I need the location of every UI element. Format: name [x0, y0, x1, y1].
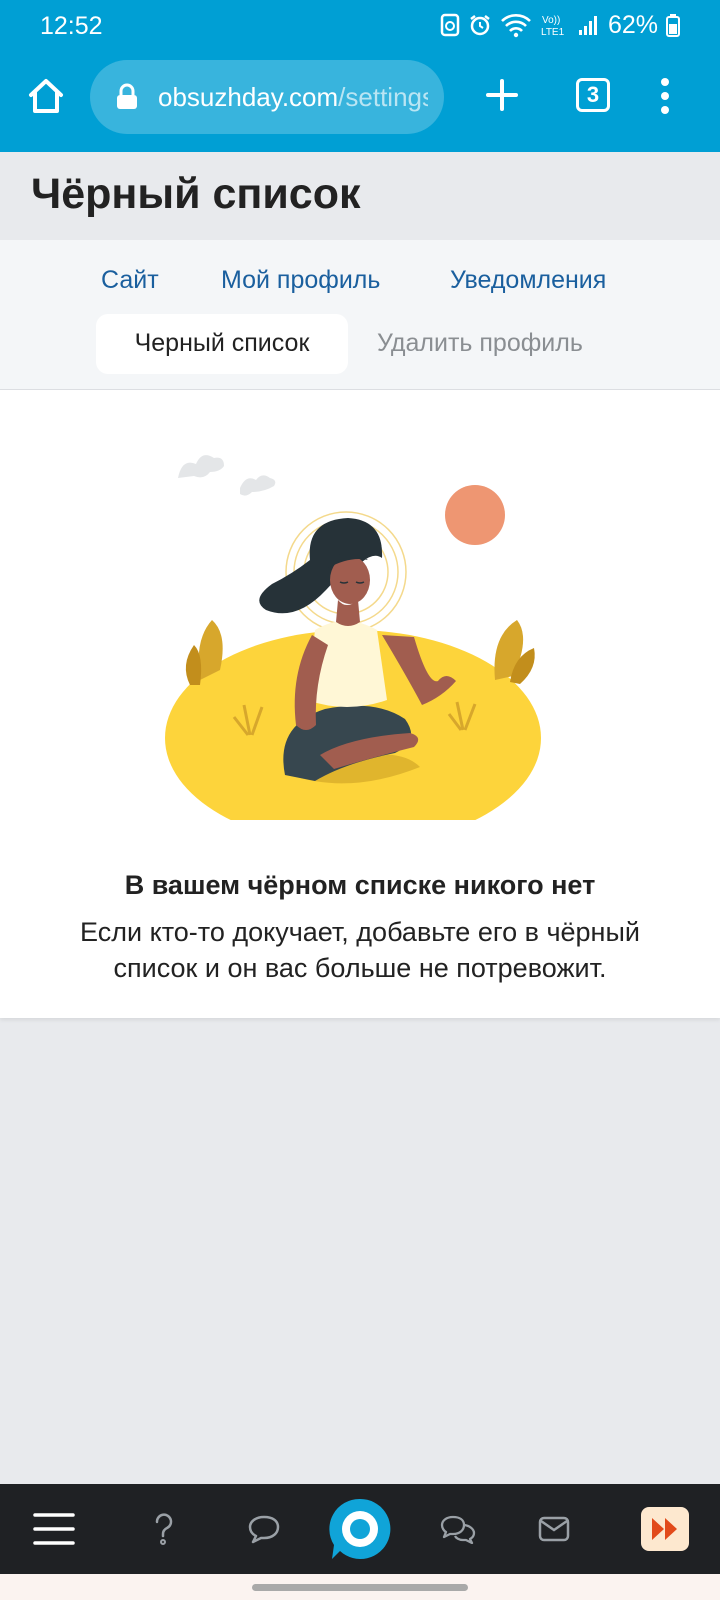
browser-toolbar: 12:52 Vo)) LTE1 62% obsuzhday.com/settin…	[0, 0, 720, 152]
tab-blacklist[interactable]: Черный список	[96, 314, 348, 374]
mail-icon	[538, 1516, 570, 1542]
meditation-illustration	[165, 455, 541, 820]
gesture-area	[0, 1574, 720, 1600]
blacklist-card: В вашем чёрном списке никого нет Если кт…	[0, 390, 720, 1018]
page-header: Чёрный список	[0, 152, 720, 240]
tab-my-profile[interactable]: Мой профиль	[221, 266, 380, 295]
address-row: obsuzhday.com/settings 3	[0, 58, 720, 136]
svg-text:Vo)): Vo))	[542, 15, 560, 26]
tab-blacklist-label: Черный список	[134, 329, 310, 357]
url-path: /settings	[338, 82, 428, 112]
svg-text:LTE1: LTE1	[541, 27, 565, 38]
nav-questions[interactable]	[136, 1484, 192, 1574]
nav-chat[interactable]	[0, 1484, 60, 1574]
wifi-icon	[501, 14, 531, 38]
nav-promo[interactable]	[640, 1484, 690, 1574]
discussions-icon	[440, 1515, 476, 1544]
settings-tabs: Сайт Мой профиль Уведомления Черный спис…	[0, 240, 720, 390]
chat-icon	[248, 1515, 280, 1544]
cloud-icon	[178, 455, 276, 496]
tab-site[interactable]: Сайт	[101, 266, 159, 295]
nav-home[interactable]	[326, 1484, 394, 1574]
home-icon[interactable]	[26, 76, 66, 116]
signal-icon	[578, 16, 597, 35]
status-icons: Vo)) LTE1 62%	[440, 10, 680, 40]
tab-switcher-button[interactable]: 3	[576, 78, 610, 112]
empty-state-title: В вашем чёрном списке никого нет	[124, 870, 596, 900]
fast-forward-icon	[641, 1507, 689, 1551]
home-logo-icon	[329, 1498, 391, 1559]
tab-delete-profile[interactable]: Удалить профиль	[377, 329, 583, 358]
nav-comments[interactable]	[234, 1484, 294, 1574]
lock-icon	[117, 83, 137, 109]
more-menu-icon[interactable]	[658, 76, 672, 116]
nav-discussions[interactable]	[426, 1484, 490, 1574]
empty-state-description: Если кто-то докучает, добавьте его в чёр…	[80, 917, 640, 983]
bottom-navigation	[0, 1484, 720, 1574]
battery-icon	[666, 14, 680, 37]
alarm-icon	[470, 15, 490, 36]
page-title: Чёрный список	[31, 170, 361, 218]
tab-notifications[interactable]: Уведомления	[450, 266, 606, 295]
status-time: 12:52	[40, 12, 103, 40]
url-domain: obsuzhday.com	[158, 82, 339, 112]
nav-messages[interactable]	[522, 1484, 586, 1574]
question-icon	[155, 1513, 173, 1545]
battery-percent: 62%	[607, 10, 658, 39]
url-bar[interactable]: obsuzhday.com/settings	[90, 60, 444, 134]
volte-icon: Vo)) LTE1	[541, 15, 565, 38]
status-bar: 12:52 Vo)) LTE1 62%	[0, 0, 720, 50]
url-text: obsuzhday.com/settings	[158, 82, 428, 113]
home-gesture-bar[interactable]	[252, 1584, 468, 1591]
recycle-notification-icon	[440, 13, 460, 37]
sun-icon	[445, 485, 505, 545]
new-tab-icon[interactable]	[485, 78, 519, 112]
